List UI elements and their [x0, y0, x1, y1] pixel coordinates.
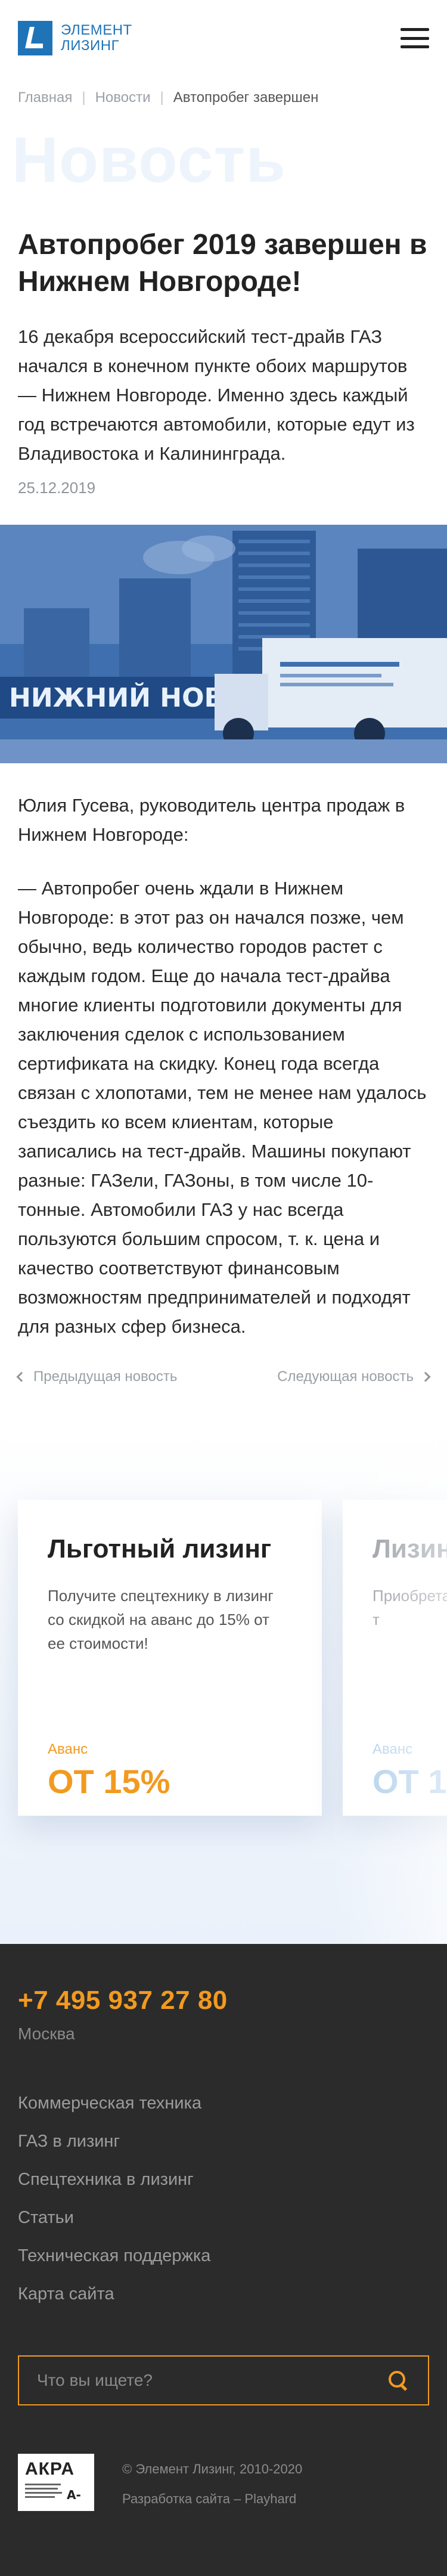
offer-advance-value: ОТ 15% [48, 1763, 170, 1800]
article-photo: НИЖНИЙ НОВГОРОД [0, 525, 447, 763]
offer-text: Приобрета коммерческ лизинг, в т [372, 1587, 447, 1628]
menu-burger-icon[interactable] [401, 28, 429, 48]
logo-line2: ЛИЗИНГ [61, 38, 120, 54]
breadcrumb-news[interactable]: Новости [95, 89, 151, 106]
footer-menu-item[interactable]: Коммерческая техника [18, 2084, 210, 2122]
article-date: 25.12.2019 [18, 479, 96, 497]
breadcrumb: Главная | Новости | Автопробег завершен [18, 89, 318, 106]
footer-search [18, 2355, 429, 2405]
footer-menu-item[interactable]: Техническая поддержка [18, 2237, 210, 2275]
prev-news-link[interactable]: Предыдущая новость [16, 1368, 178, 1385]
search-icon[interactable] [386, 2368, 410, 2392]
offer-card[interactable]: Лизинг с Trac Приобрета коммерческ лизин… [343, 1500, 447, 1816]
footer-copyright: © Элемент Лизинг, 2010-2020 [122, 2462, 303, 2476]
search-input[interactable] [37, 2371, 386, 2390]
logo-line1: ЭЛЕМЕНТ [61, 22, 132, 38]
akra-logo-fineprint: A- [25, 2481, 87, 2507]
akra-logo-text: АКРА [25, 2459, 75, 2479]
breadcrumb-separator: | [160, 89, 164, 106]
offer-text: Получите спецтехнику в лизинг со скидкой… [48, 1587, 274, 1652]
footer-menu-item[interactable]: ГАЗ в лизинг [18, 2122, 210, 2160]
footer-phone[interactable]: +7 495 937 27 80 [18, 1986, 228, 2015]
offer-advance-value: ОТ 1 [372, 1763, 447, 1800]
footer-menu: Коммерческая техника ГАЗ в лизинг Спецте… [18, 2084, 210, 2313]
svg-text:A-: A- [67, 2488, 81, 2502]
next-news-link[interactable]: Следующая новость [277, 1368, 431, 1385]
footer-menu-item[interactable]: Карта сайта [18, 2275, 210, 2313]
footer-menu-item[interactable]: Спецтехника в лизинг [18, 2160, 210, 2199]
breadcrumb-separator: | [82, 89, 86, 106]
prev-news-label: Предыдущая новость [33, 1368, 178, 1385]
offer-advance-label: Аванс [372, 1741, 413, 1757]
breadcrumb-home[interactable]: Главная [18, 89, 72, 106]
offer-card[interactable]: Льготный лизинг Получите спецтехнику в л… [18, 1500, 322, 1816]
footer-developer-link[interactable]: Разработка сайта – Playhard [122, 2491, 296, 2507]
footer-city: Москва [18, 2024, 75, 2043]
article-title: Автопробег 2019 завершен в Нижнем Новгор… [18, 229, 427, 298]
akra-rating-badge[interactable]: АКРА A- [18, 2454, 94, 2511]
article-body: — Автопробег очень ждали в Нижнем Новгор… [18, 878, 427, 1337]
chevron-right-icon [420, 1371, 431, 1382]
footer-menu-item[interactable]: Статьи [18, 2199, 210, 2237]
logo-mark-icon [18, 21, 52, 55]
breadcrumb-current: Автопробег завершен [173, 89, 319, 106]
next-news-label: Следующая новость [277, 1368, 414, 1385]
offer-title: Льготный лизинг [48, 1534, 272, 1563]
offer-title: Лизинг с Trac [372, 1534, 447, 1563]
logo-text: ЭЛЕМЕНТ ЛИЗИНГ [61, 23, 132, 54]
site-footer: +7 495 937 27 80 Москва Коммерческая тех… [0, 1944, 447, 2576]
offer-advance-label: Аванс [48, 1741, 88, 1757]
article-author: Юлия Гусева, руководитель центра продаж … [18, 795, 405, 845]
chevron-left-icon [16, 1371, 27, 1382]
page-watermark-title: Новость [12, 123, 286, 196]
site-header: ЭЛЕМЕНТ ЛИЗИНГ [0, 0, 447, 76]
article-lead: 16 декабря всероссийский тест-драйв ГАЗ … [18, 326, 415, 464]
logo[interactable]: ЭЛЕМЕНТ ЛИЗИНГ [18, 21, 132, 55]
offers-carousel: Льготный лизинг Получите спецтехнику в л… [0, 1431, 447, 1944]
news-pager: Предыдущая новость Следующая новость [16, 1368, 431, 1385]
